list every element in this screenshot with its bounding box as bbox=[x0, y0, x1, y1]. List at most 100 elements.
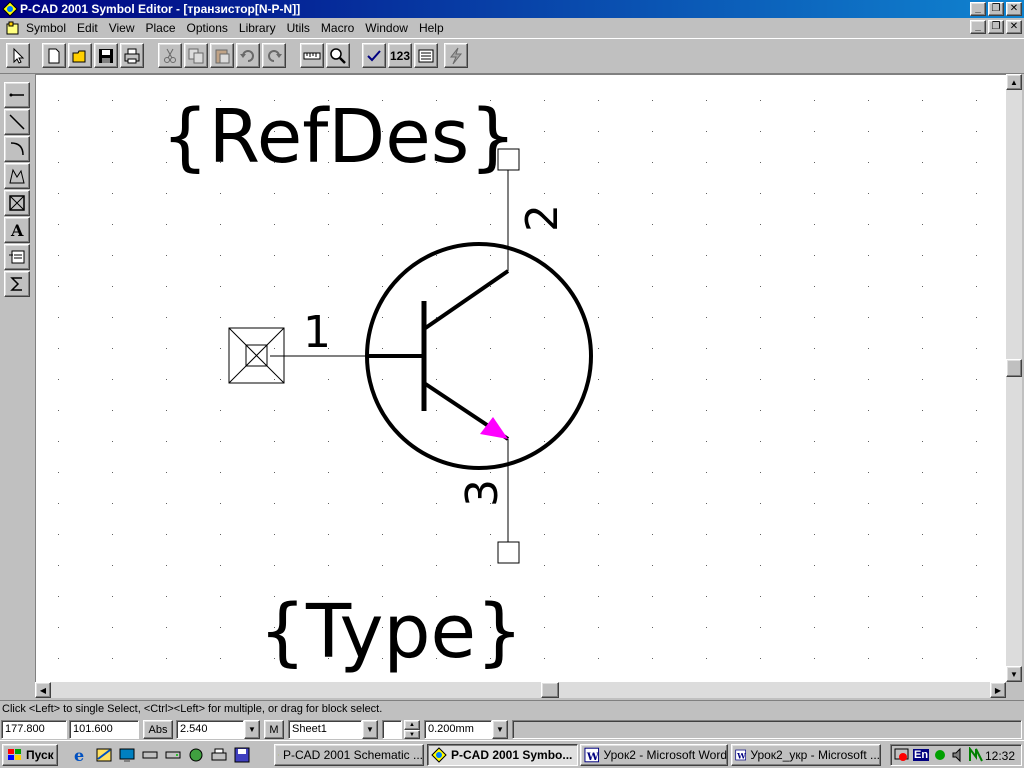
status-blank-panel bbox=[512, 720, 1022, 739]
menu-symbol[interactable]: Symbol bbox=[22, 21, 73, 35]
pointer-arrow-icon[interactable] bbox=[6, 43, 30, 68]
printer-icon[interactable] bbox=[210, 746, 228, 764]
word-icon: W bbox=[584, 747, 600, 763]
restore-button[interactable]: ❐ bbox=[988, 2, 1004, 16]
sheet-dropdown-arrow[interactable]: ▼ bbox=[362, 720, 378, 739]
m-toggle-button[interactable]: M bbox=[264, 720, 284, 739]
place-arc-icon[interactable] bbox=[4, 136, 30, 162]
line-width-dropdown-arrow[interactable]: ▼ bbox=[492, 720, 508, 739]
renumber-icon[interactable]: 123 bbox=[388, 43, 412, 68]
save-disk-icon[interactable] bbox=[94, 43, 118, 68]
place-line-icon[interactable] bbox=[4, 109, 30, 135]
lightning-icon[interactable] bbox=[444, 43, 468, 68]
drive-icon[interactable] bbox=[141, 746, 159, 764]
pcad-app-icon[interactable] bbox=[2, 1, 18, 17]
type-label[interactable]: {Type} bbox=[259, 589, 523, 675]
x-coordinate-field[interactable]: 177.800 bbox=[1, 720, 67, 739]
paste-icon[interactable] bbox=[210, 43, 234, 68]
undo-icon[interactable] bbox=[236, 43, 260, 68]
vertical-scrollbar[interactable]: ▲ ▼ bbox=[1006, 74, 1022, 682]
spin-up-button[interactable]: ▲ bbox=[404, 720, 420, 730]
drawing-canvas[interactable]: {RefDes} {Type} 1 2 3 bbox=[35, 74, 1006, 682]
menu-macro[interactable]: Macro bbox=[317, 21, 361, 35]
taskbar-task[interactable]: P-CAD 2001 Symbo... bbox=[427, 744, 578, 766]
copy-icon[interactable] bbox=[184, 43, 208, 68]
color-swatch[interactable] bbox=[382, 720, 402, 739]
doc-close-button[interactable]: ✕ bbox=[1006, 20, 1022, 34]
place-ieee-symbol-icon[interactable] bbox=[4, 271, 30, 297]
grid-select[interactable]: 2.540 bbox=[176, 720, 244, 739]
vertical-scroll-thumb[interactable] bbox=[1006, 359, 1022, 377]
horizontal-scrollbar[interactable]: ◀ ▶ bbox=[35, 682, 1006, 698]
cut-icon[interactable] bbox=[158, 43, 182, 68]
place-polygon-icon[interactable] bbox=[4, 163, 30, 189]
place-pin-icon[interactable] bbox=[4, 82, 30, 108]
place-attribute-icon[interactable] bbox=[4, 244, 30, 270]
validate-checkmark-icon[interactable] bbox=[362, 43, 386, 68]
new-file-icon[interactable] bbox=[42, 43, 66, 68]
tray-monitor-icon[interactable] bbox=[894, 747, 910, 763]
svg-text:e: e bbox=[74, 746, 84, 764]
main-toolbar: 123 bbox=[0, 38, 1024, 74]
y-coordinate-field[interactable]: 101.600 bbox=[69, 720, 139, 739]
svg-text:A: A bbox=[10, 221, 24, 240]
open-folder-icon[interactable] bbox=[68, 43, 92, 68]
menu-utils[interactable]: Utils bbox=[283, 21, 317, 35]
ruler-icon[interactable] bbox=[300, 43, 324, 68]
menu-bar: Symbol Edit View Place Options Library Utils Ma… bbox=[0, 18, 1024, 38]
schematic-svg[interactable]: {RefDes} {Type} 1 2 3 bbox=[36, 75, 1006, 682]
volume-icon[interactable] bbox=[951, 747, 965, 763]
doc-minimize-button[interactable]: _ bbox=[970, 20, 986, 34]
menu-edit[interactable]: Edit bbox=[73, 21, 105, 35]
attributes-icon[interactable] bbox=[414, 43, 438, 68]
menu-view[interactable]: View bbox=[105, 21, 142, 35]
minimize-button[interactable]: _ bbox=[970, 2, 986, 16]
redo-icon[interactable] bbox=[262, 43, 286, 68]
doc-restore-button[interactable]: ❐ bbox=[988, 20, 1004, 34]
close-button[interactable]: ✕ bbox=[1006, 2, 1022, 16]
m-label: M bbox=[269, 723, 279, 736]
drive2-icon[interactable] bbox=[164, 746, 182, 764]
scroll-up-button[interactable]: ▲ bbox=[1006, 74, 1022, 90]
network-icon[interactable] bbox=[187, 746, 205, 764]
scroll-down-button[interactable]: ▼ bbox=[1006, 666, 1022, 682]
refdes-label[interactable]: {RefDes} bbox=[162, 94, 517, 180]
menu-window[interactable]: Window bbox=[361, 21, 415, 35]
scroll-corner bbox=[1006, 682, 1022, 698]
desktop-icon[interactable] bbox=[118, 746, 136, 764]
pin-3-connection-point[interactable] bbox=[497, 541, 520, 564]
scroll-right-button[interactable]: ▶ bbox=[990, 682, 1006, 698]
menu-place[interactable]: Place bbox=[142, 21, 183, 35]
tray-app-icon[interactable] bbox=[968, 747, 984, 763]
line-width-select[interactable]: 0.200mm bbox=[424, 720, 492, 739]
language-indicator[interactable]: En bbox=[913, 749, 930, 761]
scroll-left-button[interactable]: ◀ bbox=[35, 682, 51, 698]
taskbar-task[interactable]: W Урок2_укр - Microsoft ... bbox=[731, 744, 881, 766]
place-text-icon[interactable]: A bbox=[4, 217, 30, 243]
document-icon[interactable] bbox=[4, 20, 20, 36]
placement-toolbar: A bbox=[0, 74, 35, 700]
menu-help[interactable]: Help bbox=[415, 21, 451, 35]
pin-2-connection-point[interactable] bbox=[497, 148, 520, 171]
menu-options[interactable]: Options bbox=[183, 21, 235, 35]
svg-text:W: W bbox=[736, 752, 746, 761]
word-icon: W bbox=[735, 749, 746, 761]
outlook-icon[interactable] bbox=[95, 746, 113, 764]
pcad-icon bbox=[431, 747, 447, 763]
sheet-select[interactable]: Sheet1 bbox=[288, 720, 362, 739]
floppy-icon[interactable] bbox=[233, 746, 251, 764]
window-title: P-CAD 2001 Symbol Editor - [транзистор[N… bbox=[20, 2, 301, 16]
menu-library[interactable]: Library bbox=[235, 21, 283, 35]
spin-down-button[interactable]: ▼ bbox=[404, 730, 420, 739]
horizontal-scroll-thumb[interactable] bbox=[541, 682, 559, 698]
taskbar-task[interactable]: W Урок2 - Microsoft Word bbox=[580, 744, 728, 766]
print-icon[interactable] bbox=[120, 43, 144, 68]
taskbar-task[interactable]: P-CAD 2001 Schematic ... bbox=[274, 744, 424, 766]
grid-dropdown-arrow[interactable]: ▼ bbox=[244, 720, 260, 739]
place-ref-point-icon[interactable] bbox=[4, 190, 30, 216]
tray-network-icon[interactable] bbox=[932, 747, 948, 763]
zoom-icon[interactable] bbox=[326, 43, 350, 68]
abs-toggle-button[interactable]: Abs bbox=[143, 720, 173, 739]
start-button[interactable]: Пуск bbox=[2, 744, 58, 766]
ie-icon[interactable]: e bbox=[72, 746, 90, 764]
